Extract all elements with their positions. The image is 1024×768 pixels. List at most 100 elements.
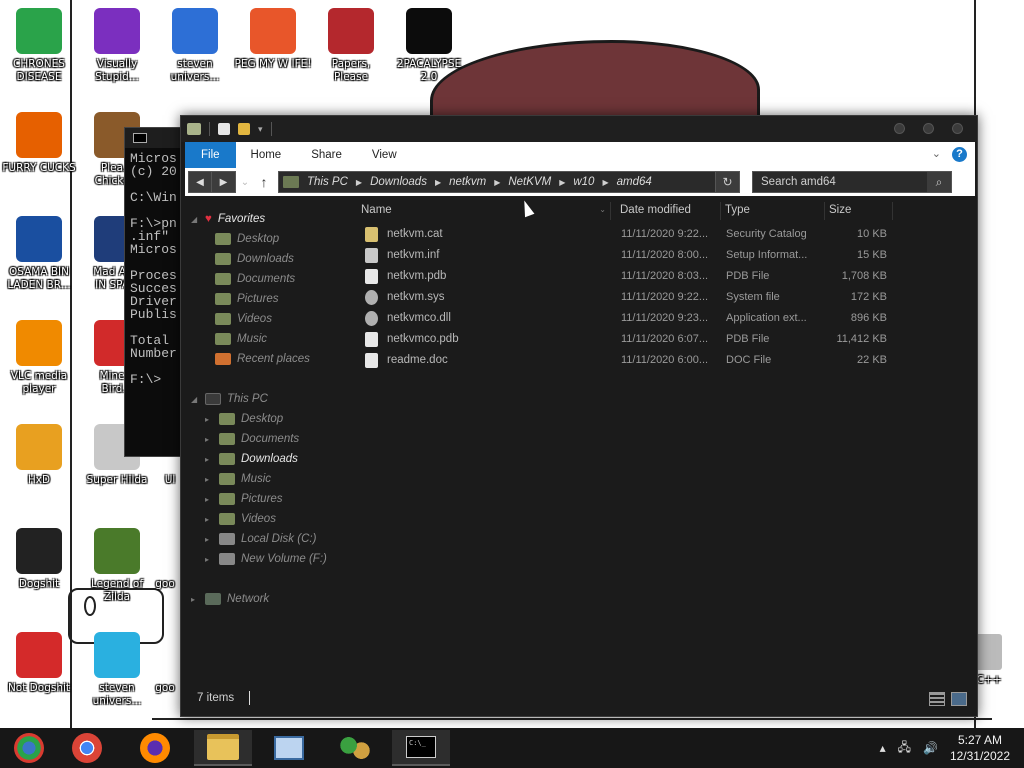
chevron-right-icon[interactable]: ▸ [191, 595, 201, 604]
chevron-right-icon[interactable]: ▸ [205, 535, 215, 544]
chevron-right-icon[interactable]: ▸ [205, 415, 215, 424]
clock[interactable]: 5:27 AM 12/31/2022 [950, 732, 1010, 764]
minimize-button[interactable] [894, 123, 905, 134]
nav-this-pc-item[interactable]: ▸ New Volume (F:) [205, 550, 327, 568]
file-row[interactable]: netkvm.sys 11/11/2020 9:22... System file 1… [357, 287, 897, 308]
desktop-icon[interactable]: steven univers... [78, 632, 156, 708]
file-row[interactable]: netkvmco.pdb 11/11/2020 6:07... PDB File 11… [357, 329, 897, 350]
new-folder-icon[interactable] [238, 123, 250, 135]
desktop-icon[interactable]: steven univers... [156, 8, 234, 84]
desktop-icon[interactable]: Visually Stupid... [78, 8, 156, 84]
back-button[interactable]: ◀ [188, 171, 212, 193]
column-header-type[interactable]: Type [721, 202, 825, 220]
expand-ribbon-icon[interactable]: ⌄ [932, 147, 941, 160]
tab-view[interactable]: View [357, 142, 412, 168]
close-button[interactable] [952, 123, 963, 134]
nav-favorites[interactable]: ◢ ♥ Favorites [191, 210, 265, 228]
tab-share[interactable]: Share [296, 142, 357, 168]
desktop-icon[interactable]: FURRY CUCKS [0, 112, 78, 175]
desktop-icon[interactable]: VLC media player [0, 320, 78, 396]
column-header-name[interactable]: Name ⌄ [357, 202, 611, 220]
taskbar-firefox[interactable] [126, 730, 184, 766]
nav-this-pc-item[interactable]: ▸ Downloads [205, 450, 298, 468]
breadcrumb-this-pc[interactable]: This PC [307, 176, 348, 188]
desktop-icon[interactable]: PEG MY W IFE! [234, 8, 312, 71]
chevron-right-icon[interactable]: ▸ [205, 475, 215, 484]
tab-home[interactable]: Home [236, 142, 297, 168]
search-input[interactable] [761, 176, 921, 188]
volume-icon[interactable]: 🔊 [923, 741, 938, 755]
chevron-right-icon[interactable]: ▸ [205, 515, 215, 524]
desktop-icon[interactable]: Papers, Please [312, 8, 390, 84]
desktop-icon[interactable]: Dogshit [0, 528, 78, 591]
nav-favorites-item[interactable]: Recent places [215, 350, 310, 368]
breadcrumb-netkvm-upper[interactable]: NetKVM [508, 176, 551, 188]
chevron-right-icon[interactable]: ▸ [205, 435, 215, 444]
tab-file[interactable]: File [185, 142, 236, 168]
taskbar-remote-desktop[interactable] [260, 730, 318, 766]
taskbar-cmd[interactable]: C:\_ [392, 730, 450, 766]
breadcrumb-downloads[interactable]: Downloads [370, 176, 427, 188]
nav-this-pc-item[interactable]: ▸ Pictures [205, 490, 283, 508]
nav-favorites-item[interactable]: Pictures [215, 290, 279, 308]
properties-icon[interactable] [218, 123, 230, 135]
desktop-icon[interactable]: OSAMA BIN LADEN BR... [0, 216, 78, 292]
forward-button[interactable]: ▶ [212, 171, 236, 193]
chevron-right-icon[interactable]: ▸ [205, 455, 215, 464]
help-button[interactable]: ? [952, 147, 967, 162]
nav-favorites-item[interactable]: Downloads [215, 250, 294, 268]
recent-locations-icon[interactable]: ⌄ [236, 177, 254, 188]
title-bar[interactable]: ▾ [181, 116, 977, 142]
nav-this-pc-item[interactable]: ▸ Desktop [205, 410, 283, 428]
cmd-titlebar[interactable] [125, 128, 183, 148]
command-prompt-window[interactable]: Micros (c) 20 C:\Win F:\>pn .inf" Micros… [124, 127, 184, 457]
taskbar-chrome[interactable] [58, 730, 116, 766]
desktop-icon[interactable]: Legend of Zilda [78, 528, 156, 604]
file-row[interactable]: netkvm.pdb 11/11/2020 8:03... PDB File 1,70… [357, 266, 897, 287]
chevron-right-icon[interactable]: ▶ [356, 178, 362, 187]
maximize-button[interactable] [923, 123, 934, 134]
nav-this-pc-item[interactable]: ▸ Music [205, 470, 271, 488]
desktop-icon[interactable]: CHRONES DISEASE [0, 8, 78, 84]
breadcrumb-netkvm[interactable]: netkvm [449, 176, 486, 188]
nav-this-pc-item[interactable]: ▸ Videos [205, 510, 276, 528]
nav-favorites-item[interactable]: Videos [215, 310, 272, 328]
nav-network[interactable]: ▸ Network [191, 590, 269, 608]
file-row[interactable]: netkvm.cat 11/11/2020 9:22... Security Cat… [357, 224, 897, 245]
network-icon[interactable]: 🖧 [898, 738, 911, 759]
desktop-icon-partial[interactable]: goo [145, 682, 185, 695]
chevron-right-icon[interactable]: ▸ [205, 495, 215, 504]
file-row[interactable]: netkvmco.dll 11/11/2020 9:23... Applicatio… [357, 308, 897, 329]
taskbar-chromium[interactable] [0, 730, 58, 766]
file-row[interactable]: netkvm.inf 11/11/2020 8:00... Setup Inform… [357, 245, 897, 266]
refresh-icon[interactable]: ↻ [715, 172, 739, 192]
desktop-icon-partial[interactable]: goo [145, 578, 185, 591]
up-button[interactable]: ↑ [254, 174, 274, 190]
taskbar-network-users[interactable] [326, 730, 384, 766]
address-bar[interactable]: This PC ▶ Downloads ▶ netkvm ▶ NetKVM ▶ … [278, 171, 740, 193]
desktop-icon[interactable]: Not Dogshit [0, 632, 78, 695]
chevron-right-icon[interactable]: ▶ [602, 178, 608, 187]
chevron-right-icon[interactable]: ▸ [205, 555, 215, 564]
details-view-button[interactable] [929, 692, 945, 706]
large-icons-view-button[interactable] [951, 692, 967, 706]
taskbar-file-explorer[interactable] [194, 730, 252, 766]
breadcrumb-amd64[interactable]: amd64 [617, 176, 652, 188]
file-row[interactable]: readme.doc 11/11/2020 6:00... DOC File 22 K… [357, 350, 897, 371]
desktop-icon[interactable]: HxD [0, 424, 78, 487]
chevron-down-icon[interactable]: ◢ [191, 215, 201, 224]
show-hidden-icons-icon[interactable]: ▴ [880, 741, 886, 755]
nav-favorites-item[interactable]: Desktop [215, 230, 279, 248]
breadcrumb-w10[interactable]: w10 [573, 176, 594, 188]
nav-favorites-item[interactable]: Documents [215, 270, 295, 288]
customize-quick-access-icon[interactable]: ▾ [258, 124, 263, 135]
chevron-down-icon[interactable]: ◢ [191, 395, 201, 404]
search-box[interactable]: ⌕ [752, 171, 952, 193]
nav-favorites-item[interactable]: Music [215, 330, 267, 348]
column-header-size[interactable]: Size [825, 202, 893, 220]
chevron-right-icon[interactable]: ▶ [435, 178, 441, 187]
chevron-right-icon[interactable]: ▶ [494, 178, 500, 187]
chevron-right-icon[interactable]: ▶ [559, 178, 565, 187]
nav-this-pc[interactable]: ◢ This PC [191, 390, 268, 408]
file-explorer-window[interactable]: ▾ File Home Share View ⌄ ? ◀ ▶ ⌄ ↑ This … [180, 115, 978, 717]
